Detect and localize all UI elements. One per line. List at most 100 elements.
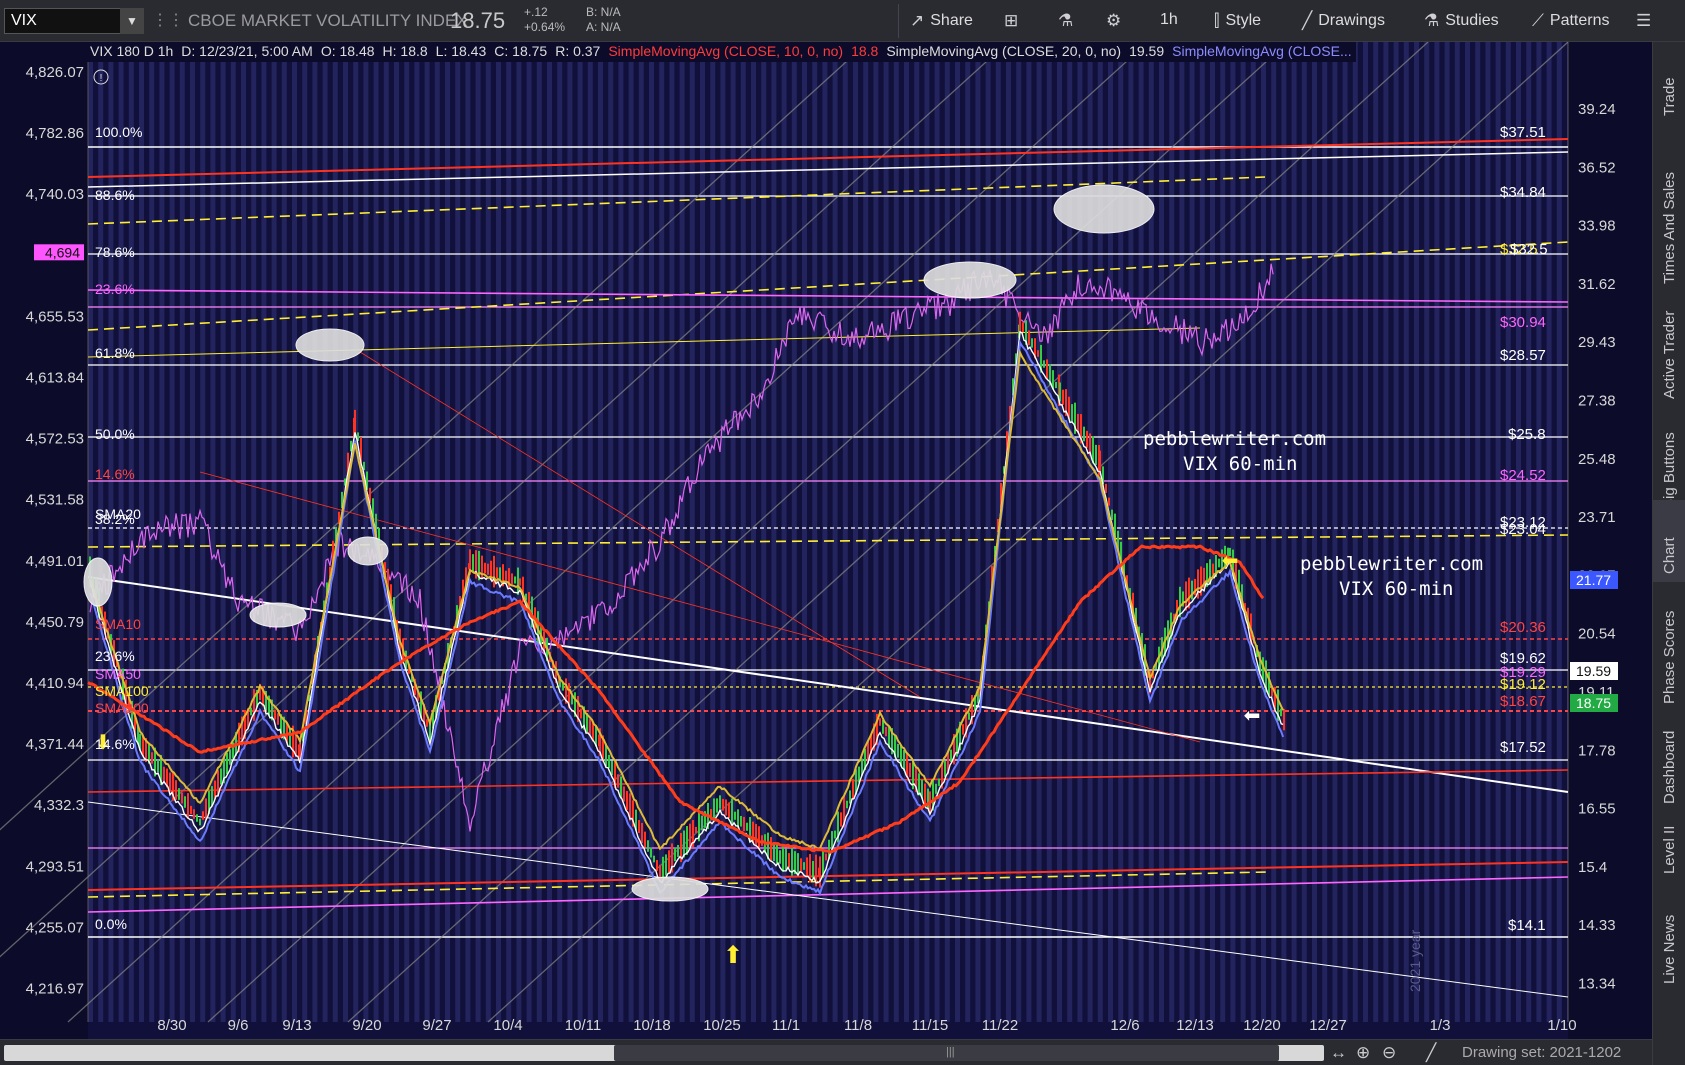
sma20-value: 19.59 bbox=[1129, 43, 1165, 59]
tab-label: Chart bbox=[1661, 537, 1678, 574]
crosshair-icon[interactable]: ⊕ bbox=[1356, 1043, 1370, 1063]
session-stripe bbox=[1556, 42, 1562, 1022]
session-stripe bbox=[710, 42, 716, 1022]
session-stripe bbox=[1322, 42, 1328, 1022]
session-stripe bbox=[322, 42, 328, 1022]
left-axis-label: 4,410.94 bbox=[26, 675, 84, 692]
right-axis-label: 20.54 bbox=[1578, 626, 1616, 643]
camera-button[interactable]: ⊞ bbox=[1004, 11, 1018, 31]
right-axis-label: 33.98 bbox=[1578, 218, 1616, 235]
fib-label: SMA100 bbox=[95, 683, 149, 699]
session-stripe bbox=[1332, 42, 1338, 1022]
session-stripe bbox=[934, 42, 940, 1022]
tab-big-buttons[interactable]: Big Buttons bbox=[1653, 385, 1685, 517]
patterns-button[interactable]: ⟋ Patterns bbox=[1532, 11, 1610, 31]
share-button[interactable]: ↗ Share bbox=[910, 11, 973, 31]
tab-label: Big Buttons bbox=[1661, 432, 1678, 509]
session-stripe bbox=[1383, 42, 1389, 1022]
fib-label: 78.6% bbox=[95, 244, 135, 260]
link-icon[interactable]: ⋮⋮ bbox=[152, 10, 184, 30]
price-level-label: $37.51 bbox=[1500, 124, 1546, 141]
x-axis-label: 12/27 bbox=[1309, 1017, 1347, 1034]
x-axis-label: 11/1 bbox=[772, 1017, 800, 1034]
menu-icon: ☰ bbox=[1636, 11, 1652, 30]
tab-trade[interactable]: Trade bbox=[1653, 42, 1685, 124]
x-axis-label: 10/18 bbox=[633, 1017, 671, 1034]
drawing-set-label: Drawing set: 2021-1202 bbox=[1462, 1044, 1622, 1061]
session-stripe bbox=[944, 42, 950, 1022]
tab-label: Live News bbox=[1661, 914, 1678, 984]
watermark-line1: pebblewriter.com bbox=[1300, 553, 1483, 575]
zoom-icon[interactable]: ⊖ bbox=[1382, 1043, 1396, 1063]
pencil-icon[interactable]: ╱ bbox=[1426, 1043, 1436, 1063]
session-stripe bbox=[1230, 42, 1236, 1022]
style-button[interactable]: ⫿ Style bbox=[1214, 11, 1261, 31]
session-stripe bbox=[271, 42, 277, 1022]
left-arrow-icon: ⬅ bbox=[1222, 550, 1239, 572]
right-tab-bar: Trade Times And Sales Active Trader Big But… bbox=[1652, 42, 1685, 1065]
pencil-icon: ╱ bbox=[1302, 11, 1313, 30]
sma10-label: SimpleMovingAvg (CLOSE, 10, 0, no) bbox=[608, 43, 844, 59]
session-stripe bbox=[1169, 42, 1175, 1022]
watermark-line2: VIX 60-min bbox=[1339, 578, 1453, 600]
session-stripe bbox=[1220, 42, 1226, 1022]
session-stripe bbox=[475, 42, 481, 1022]
price-level-label: $30.94 bbox=[1500, 314, 1546, 331]
flask-button[interactable]: ⚗ bbox=[1058, 11, 1073, 31]
session-stripe bbox=[404, 42, 410, 1022]
right-axis-panel bbox=[1568, 42, 1652, 1039]
x-axis-label: 9/6 bbox=[228, 1017, 249, 1034]
session-stripe bbox=[1271, 42, 1277, 1022]
timeframe-button[interactable]: 1h bbox=[1160, 11, 1178, 29]
badge-green-text: 18.75 bbox=[1576, 695, 1611, 711]
session-stripe bbox=[1546, 42, 1552, 1022]
info-icon-glyph: ! bbox=[100, 73, 103, 84]
drawings-button[interactable]: ╱ Drawings bbox=[1302, 11, 1385, 31]
settings-button[interactable]: ⚙ bbox=[1106, 11, 1121, 31]
left-axis-label: 4,491.01 bbox=[26, 553, 84, 570]
symbol-dropdown-button[interactable]: ▼ bbox=[120, 8, 144, 34]
patterns-label: Patterns bbox=[1549, 12, 1610, 29]
tab-label: Times And Sales bbox=[1661, 172, 1678, 284]
chart-close: C: 18.75 bbox=[494, 43, 548, 59]
price-chart[interactable]: 4,826.07 4,782.86 4,740.03 4,694 4,655.53 4,6… bbox=[0, 42, 1652, 1039]
patterns-icon: ⟋ bbox=[1532, 11, 1544, 30]
x-axis-label: 12/6 bbox=[1110, 1017, 1139, 1034]
ask-value: A: N/A bbox=[586, 20, 621, 34]
right-axis-label: 23.71 bbox=[1578, 509, 1616, 526]
fib-label: SMA10 bbox=[95, 616, 141, 632]
session-stripe bbox=[536, 42, 542, 1022]
drawings-label: Drawings bbox=[1318, 12, 1385, 29]
style-label: Style bbox=[1225, 12, 1262, 29]
x-axis-label: 8/30 bbox=[157, 1017, 186, 1034]
x-axis-label: 9/20 bbox=[352, 1017, 381, 1034]
fib-label: SMA20 bbox=[95, 506, 141, 522]
grip-icon: ||| bbox=[946, 1046, 955, 1058]
tab-level-ii[interactable]: Level II bbox=[1653, 790, 1685, 882]
session-stripe bbox=[1475, 42, 1481, 1022]
tab-live-news[interactable]: Live News bbox=[1653, 870, 1685, 992]
chart-date: D: 12/23/21, 5:00 AM bbox=[181, 43, 313, 59]
x-axis-label: 1/10 bbox=[1547, 1017, 1576, 1034]
left-axis-label: 4,655.53 bbox=[26, 308, 84, 325]
session-stripe bbox=[1342, 42, 1348, 1022]
camera-icon: ⊞ bbox=[1004, 11, 1019, 30]
tab-label: Trade bbox=[1661, 77, 1678, 116]
session-stripe bbox=[577, 42, 583, 1022]
session-stripe bbox=[1444, 42, 1450, 1022]
price-level-label: $14.1 bbox=[1508, 917, 1546, 934]
marker-ellipse bbox=[347, 536, 389, 566]
right-axis-label: 13.34 bbox=[1578, 976, 1616, 993]
session-stripe bbox=[1414, 42, 1419, 1022]
menu-button[interactable]: ☰ bbox=[1636, 11, 1651, 31]
session-stripe bbox=[720, 42, 726, 1022]
horizontal-scrollbar[interactable]: ||| bbox=[4, 1045, 1324, 1061]
studies-button[interactable]: ⚗ Studies bbox=[1424, 11, 1499, 31]
watermark-line1: pebblewriter.com bbox=[1143, 428, 1326, 450]
expand-icon[interactable]: ↔ bbox=[1330, 1043, 1347, 1063]
fib-label: SMA200 bbox=[95, 700, 149, 716]
chart-symbol-period: VIX 180 D 1h bbox=[90, 43, 174, 59]
chart-canvas[interactable]: 4,826.07 4,782.86 4,740.03 4,694 4,655.53 4,6… bbox=[0, 42, 1652, 1039]
session-stripe bbox=[1281, 42, 1287, 1022]
session-stripe bbox=[1465, 42, 1470, 1022]
